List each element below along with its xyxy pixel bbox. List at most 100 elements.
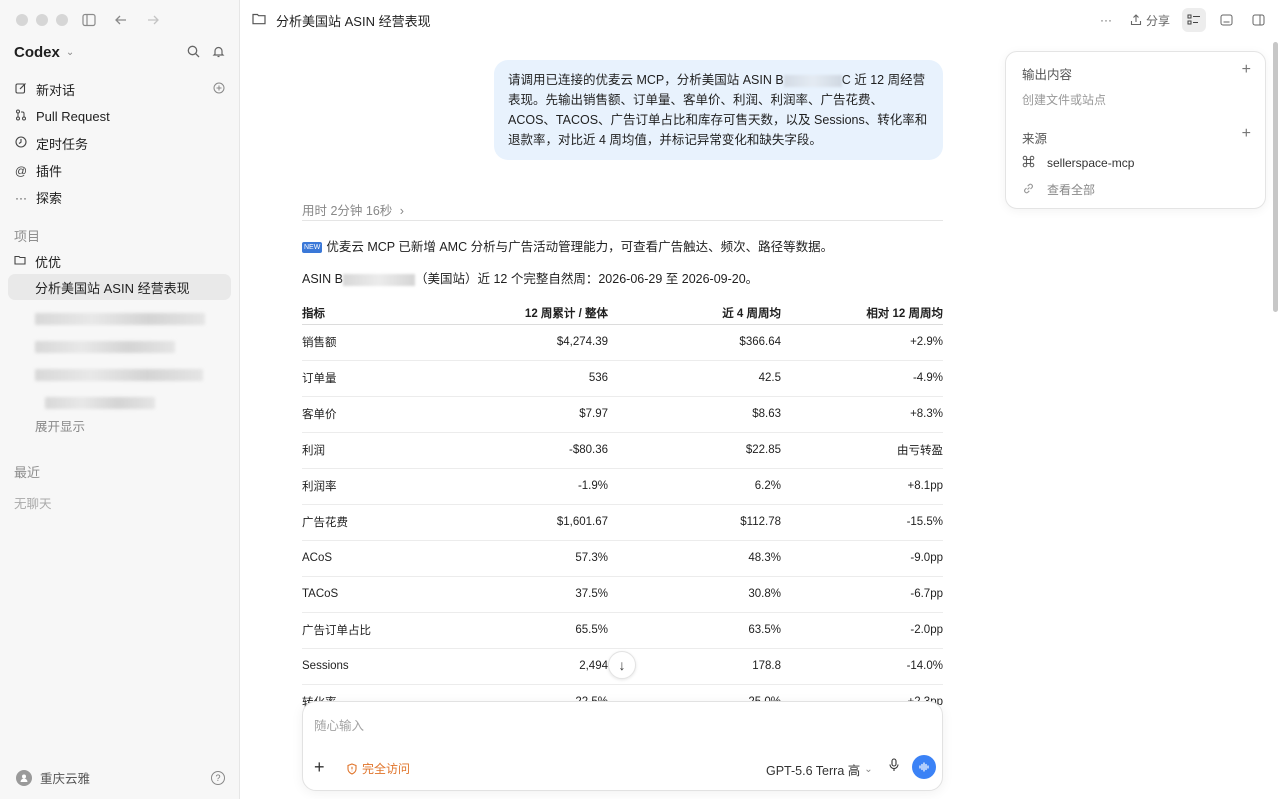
table-row: TACoS 37.5% 30.8% -6.7pp [302, 576, 943, 613]
scroll-to-bottom-button[interactable]: ↓ [608, 651, 636, 679]
search-icon[interactable] [187, 45, 200, 61]
project-list: 优优 分析美国站 ASIN 经营表现 [8, 248, 231, 300]
brand-actions [187, 45, 225, 61]
metric-value-cell: +8.3% [781, 396, 943, 433]
metric-value-cell: 37.5% [462, 576, 608, 613]
metric-value-cell: -2.0pp [781, 612, 943, 649]
source-name: sellerspace-mcp [1047, 156, 1135, 170]
output-hint[interactable]: 创建文件或站点 [1022, 91, 1106, 108]
metric-value-cell: -9.0pp [781, 540, 943, 577]
forward-arrow-icon[interactable] [144, 11, 162, 29]
context-panel: 输出内容 + 创建文件或站点 来源 + sellerspace-mcp 查看全部 [1005, 51, 1266, 209]
project-folder[interactable]: 优优 [8, 248, 231, 274]
view-all-link[interactable]: 查看全部 [1022, 181, 1095, 198]
projects-label: 项目 [14, 229, 41, 244]
metric-name-cell: 订单量 [302, 360, 462, 397]
access-label: 完全访问 [362, 762, 411, 776]
sidebar-item-label: 探索 [36, 191, 63, 206]
redacted-thread[interactable] [35, 341, 175, 353]
metric-value-cell: -$80.36 [462, 432, 608, 469]
chevron-down-icon: ⌄ [65, 47, 75, 58]
git-pull-request-icon [14, 109, 28, 124]
expand-threads-link[interactable]: 展开显示 [35, 416, 85, 435]
thread-item-active[interactable]: 分析美国站 ASIN 经营表现 [8, 274, 231, 300]
metric-value-cell: -1.9% [462, 468, 608, 505]
sidebar-item-new-chat[interactable]: 新对话 [8, 76, 231, 103]
sidebar-nav: 新对话 Pull Request 定时任务 @ 插件 ··· 探索 [8, 76, 231, 211]
more-icon: ··· [15, 190, 27, 205]
sidebar-toggle-icon[interactable] [80, 11, 98, 29]
sidebar-item-label: Pull Request [36, 109, 110, 124]
output-label: 输出内容 [1022, 68, 1073, 82]
outline-toggle-button[interactable] [1182, 8, 1206, 32]
metric-value-cell: $7.97 [462, 396, 608, 433]
app-switcher[interactable]: Codex ⌄ [14, 44, 74, 61]
more-menu-button[interactable]: ··· [1094, 8, 1118, 32]
metric-value-cell: 63.5% [608, 612, 781, 649]
mic-icon[interactable] [888, 758, 900, 775]
folder-icon [252, 13, 266, 28]
command-icon [1022, 155, 1035, 171]
sidebar-item-scheduled-tasks[interactable]: 定时任务 [8, 130, 231, 157]
table-row: 利润率 -1.9% 6.2% +8.1pp [302, 468, 943, 505]
message-input[interactable]: 随心输入 [314, 715, 364, 734]
table-row: 订单量 536 42.5 -4.9% [302, 360, 943, 397]
column-header: 指标 [302, 302, 462, 325]
sidebar-item-explore[interactable]: ··· 探索 [8, 184, 231, 211]
table-row: 客单价 $7.97 $8.63 +8.3% [302, 396, 943, 433]
sidebar-item-label: 新对话 [36, 83, 76, 98]
composer[interactable]: 随心输入 + 完全访问 GPT-5.6 Terra 高 ⌄ [302, 701, 943, 791]
metric-value-cell: 30.8% [608, 576, 781, 613]
right-panel-toggle-button[interactable] [1246, 8, 1270, 32]
model-selector[interactable]: GPT-5.6 Terra 高 ⌄ [766, 760, 873, 779]
metric-value-cell: $22.85 [608, 432, 781, 469]
full-access-button[interactable]: 完全访问 [346, 760, 410, 777]
share-button[interactable]: 分享 [1126, 8, 1174, 32]
metric-value-cell: $1,601.67 [462, 504, 608, 541]
metric-value-cell: 6.2% [608, 468, 781, 505]
minimize-window-button[interactable] [36, 14, 48, 26]
user-profile[interactable]: 重庆云雅 ? [16, 768, 225, 787]
metric-value-cell: -4.9% [781, 360, 943, 397]
redacted-thread[interactable] [45, 397, 155, 409]
metric-value-cell: 536 [462, 360, 608, 397]
voice-mode-button[interactable] [912, 755, 936, 779]
window-controls [16, 14, 68, 26]
metric-name-cell: 利润率 [302, 468, 462, 505]
help-icon[interactable]: ? [211, 770, 225, 785]
metric-name-cell: 客单价 [302, 396, 462, 433]
metric-value-cell: $112.78 [608, 504, 781, 541]
redacted-thread[interactable] [35, 313, 205, 325]
source-item[interactable]: sellerspace-mcp [1022, 155, 1134, 171]
add-output-icon[interactable]: + [1242, 61, 1251, 79]
metric-name-cell: 广告订单占比 [302, 612, 462, 649]
table-row: 广告订单占比 65.5% 63.5% -2.0pp [302, 612, 943, 649]
metric-value-cell: +2.9% [781, 324, 943, 361]
redacted-thread[interactable] [35, 369, 203, 381]
link-icon [1022, 182, 1035, 198]
add-source-icon[interactable]: + [1242, 125, 1251, 143]
metrics-table: 指标 12 周累计 / 整体 近 4 周周均 相对 12 周周均 销售额 $4,2… [302, 302, 943, 708]
sidebar-item-label: 插件 [36, 164, 63, 179]
sidebar-item-label: 定时任务 [36, 137, 89, 152]
bell-icon[interactable] [212, 45, 225, 61]
add-circle-icon[interactable] [213, 82, 225, 97]
sidebar-item-plugins[interactable]: @ 插件 [8, 157, 231, 184]
metric-name-cell: 广告花费 [302, 504, 462, 541]
back-arrow-icon[interactable] [112, 11, 130, 29]
thread-title: 分析美国站 ASIN 经营表现 [35, 280, 190, 296]
metric-name-cell: 利润 [302, 432, 462, 469]
edit-icon [14, 82, 28, 97]
panel-bottom-icon [1220, 14, 1232, 26]
page-title: 分析美国站 ASIN 经营表现 [276, 13, 431, 29]
scrollbar[interactable] [1273, 42, 1278, 312]
metric-value-cell: -6.7pp [781, 576, 943, 613]
close-window-button[interactable] [16, 14, 28, 26]
sidebar-item-pull-request[interactable]: Pull Request [8, 103, 231, 130]
zoom-window-button[interactable] [56, 14, 68, 26]
table-row: 广告花费 $1,601.67 $112.78 -15.5% [302, 504, 943, 541]
terminal-toggle-button[interactable] [1214, 8, 1238, 32]
table-header-row: 指标 12 周累计 / 整体 近 4 周周均 相对 12 周周均 [302, 302, 943, 325]
sidebar: Codex ⌄ 新对话 Pull Request 定时任务 @ 插件 ··· 探… [0, 0, 240, 799]
attach-plus-icon[interactable]: + [314, 757, 325, 778]
